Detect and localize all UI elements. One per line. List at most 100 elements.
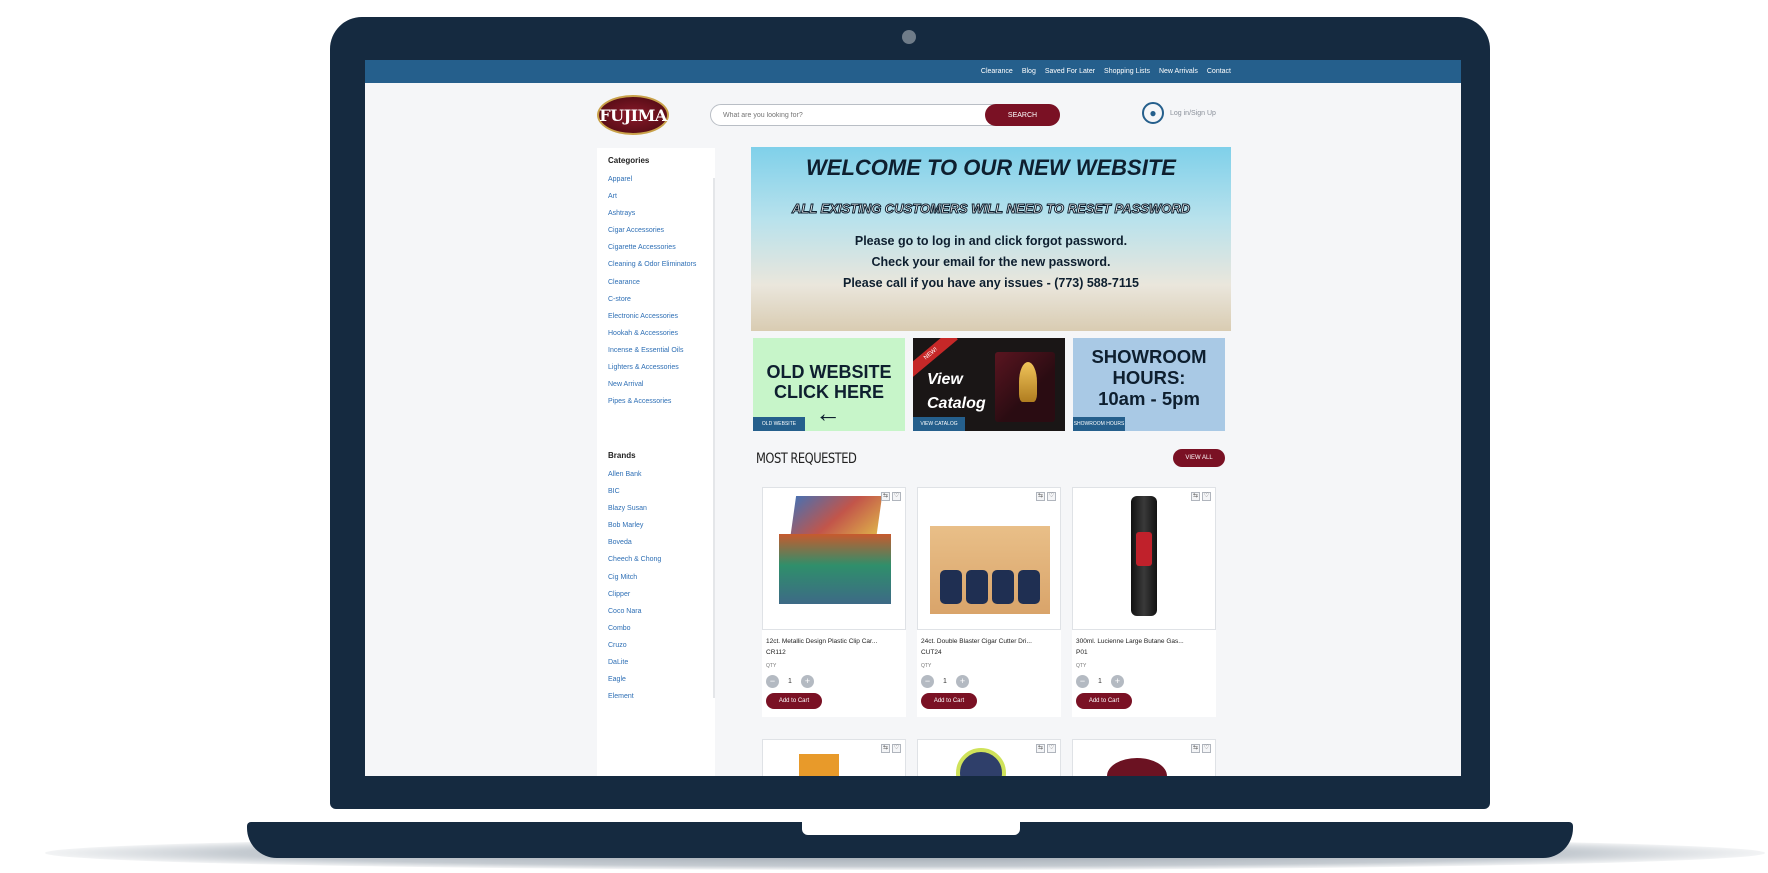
favorite-icon[interactable]: ♡ — [892, 492, 901, 501]
brand-item[interactable]: Blazy Susan — [608, 500, 661, 517]
product-card: ⇆ ♡ 300ml. Lucienne Large Butane Gas... … — [1072, 487, 1216, 717]
product-image[interactable]: ⇆ ♡ — [762, 487, 906, 630]
nav-shopping-lists[interactable]: Shopping Lists — [1104, 68, 1150, 75]
product-art — [966, 570, 988, 604]
minus-button[interactable]: − — [766, 675, 779, 688]
product-art — [992, 570, 1014, 604]
promo-showroom-hours[interactable]: SHOWROOM HOURS: 10am - 5pm SHOWROOM HOUR… — [1073, 338, 1225, 431]
nav-contact[interactable]: Contact — [1207, 68, 1231, 75]
minus-button[interactable]: − — [1076, 675, 1089, 688]
product-art — [799, 754, 839, 776]
favorite-icon[interactable]: ♡ — [1202, 744, 1211, 753]
product-image[interactable]: ⇆ ♡ — [917, 487, 1061, 630]
product-art — [930, 526, 1050, 614]
promo-title-line: 10am - 5pm — [1098, 388, 1200, 409]
promo-title-line: Catalog — [927, 395, 986, 412]
compare-icon[interactable]: ⇆ — [1191, 744, 1200, 753]
nav-saved-for-later[interactable]: Saved For Later — [1045, 68, 1095, 75]
account-link[interactable]: ● Log in/Sign Up — [1142, 102, 1216, 124]
category-item[interactable]: Pipes & Accessories — [608, 393, 696, 410]
quantity-value[interactable]: 1 — [938, 678, 952, 685]
compare-icon[interactable]: ⇆ — [1036, 744, 1045, 753]
category-item[interactable]: Ashtrays — [608, 205, 696, 222]
search-button[interactable]: SEARCH — [985, 104, 1060, 126]
brand-item[interactable]: Allen Bank — [608, 466, 661, 483]
plus-button[interactable]: + — [801, 675, 814, 688]
promo-tag[interactable]: OLD WEBSITE — [753, 417, 805, 431]
site-logo[interactable]: FUJIMA — [597, 95, 669, 135]
compare-icon[interactable]: ⇆ — [881, 744, 890, 753]
product-card: ⇆ ♡ 24ct. Double Blaster Cigar Cutter Dr… — [917, 487, 1061, 717]
camera-icon — [902, 30, 916, 44]
product-image[interactable]: ⇆ ♡ — [917, 739, 1061, 776]
categories-list: Apparel Art Ashtrays Cigar Accessories C… — [608, 171, 696, 410]
promo-title-line: HOURS: — [1112, 367, 1186, 388]
favorite-icon[interactable]: ♡ — [892, 744, 901, 753]
product-image[interactable]: ⇆ ♡ — [1072, 487, 1216, 630]
product-image[interactable]: ⇆ ♡ — [762, 739, 906, 776]
brand-item[interactable]: Combo — [608, 620, 661, 637]
quantity-stepper: − 1 + — [921, 675, 969, 688]
add-to-cart-button[interactable]: Add to Cart — [921, 693, 977, 709]
product-art — [1018, 570, 1040, 604]
promo-old-website[interactable]: OLD WEBSITE CLICK HERE ← OLD WEBSITE — [753, 338, 905, 431]
category-item[interactable]: Hookah & Accessories — [608, 325, 696, 342]
compare-icon[interactable]: ⇆ — [881, 492, 890, 501]
brand-item[interactable]: Cig Mitch — [608, 569, 661, 586]
add-to-cart-button[interactable]: Add to Cart — [766, 693, 822, 709]
add-to-cart-button[interactable]: Add to Cart — [1076, 693, 1132, 709]
brand-item[interactable]: Eagle — [608, 671, 661, 688]
product-image[interactable]: ⇆ ♡ — [1072, 739, 1216, 776]
compare-icon[interactable]: ⇆ — [1191, 492, 1200, 501]
quantity-stepper: − 1 + — [766, 675, 814, 688]
product-name[interactable]: 24ct. Double Blaster Cigar Cutter Dri... — [921, 638, 1061, 645]
category-item[interactable]: Electronic Accessories — [608, 308, 696, 325]
favorite-icon[interactable]: ♡ — [1047, 492, 1056, 501]
quantity-value[interactable]: 1 — [1093, 678, 1107, 685]
category-item[interactable]: Apparel — [608, 171, 696, 188]
brand-item[interactable]: Bob Marley — [608, 517, 661, 534]
category-item[interactable]: Cleaning & Odor Eliminators — [608, 256, 696, 273]
product-name[interactable]: 300ml. Lucienne Large Butane Gas... — [1076, 638, 1216, 645]
product-sku: CUT24 — [921, 649, 942, 656]
product-art — [940, 570, 962, 604]
top-bar: Clearance Blog Saved For Later Shopping … — [365, 60, 1461, 83]
category-item[interactable]: Art — [608, 188, 696, 205]
category-item[interactable]: Cigar Accessories — [608, 222, 696, 239]
qty-label: QTY — [921, 663, 932, 669]
compare-icon[interactable]: ⇆ — [1036, 492, 1045, 501]
brand-item[interactable]: Cheech & Chong — [608, 551, 661, 568]
banner-subheading: ALL EXISTING CUSTOMERS WILL NEED TO RESE… — [791, 201, 1191, 217]
user-icon: ● — [1142, 102, 1164, 124]
category-item[interactable]: Lighters & Accessories — [608, 359, 696, 376]
favorite-icon[interactable]: ♡ — [1047, 744, 1056, 753]
brand-item[interactable]: BIC — [608, 483, 661, 500]
category-item[interactable]: Incense & Essential Oils — [608, 342, 696, 359]
nav-new-arrivals[interactable]: New Arrivals — [1159, 68, 1198, 75]
favorite-icon[interactable]: ♡ — [1202, 492, 1211, 501]
brand-item[interactable]: Cruzo — [608, 637, 661, 654]
brand-item[interactable]: Coco Nara — [608, 603, 661, 620]
plus-button[interactable]: + — [1111, 675, 1124, 688]
product-card: ⇆ ♡ — [762, 739, 906, 776]
quantity-value[interactable]: 1 — [783, 678, 797, 685]
promo-view-catalog[interactable]: NEW! View Catalog VIEW CATALOG — [913, 338, 1065, 431]
promo-showroom-title: SHOWROOM HOURS: 10am - 5pm — [1073, 346, 1225, 409]
promo-tag[interactable]: VIEW CATALOG — [913, 417, 965, 431]
category-item[interactable]: New Arrival — [608, 376, 696, 393]
category-item[interactable]: C-store — [608, 291, 696, 308]
sidebar-divider — [713, 178, 715, 698]
brand-item[interactable]: Clipper — [608, 586, 661, 603]
brand-item[interactable]: Element — [608, 688, 661, 705]
brand-item[interactable]: Boveda — [608, 534, 661, 551]
minus-button[interactable]: − — [921, 675, 934, 688]
nav-blog[interactable]: Blog — [1022, 68, 1036, 75]
nav-clearance[interactable]: Clearance — [981, 68, 1013, 75]
category-item[interactable]: Clearance — [608, 274, 696, 291]
brand-item[interactable]: DaLite — [608, 654, 661, 671]
plus-button[interactable]: + — [956, 675, 969, 688]
view-all-button[interactable]: VIEW ALL — [1173, 449, 1225, 467]
promo-tag[interactable]: SHOWROOM HOURS — [1073, 417, 1125, 431]
product-name[interactable]: 12ct. Metallic Design Plastic Clip Car..… — [766, 638, 906, 645]
category-item[interactable]: Cigarette Accessories — [608, 239, 696, 256]
